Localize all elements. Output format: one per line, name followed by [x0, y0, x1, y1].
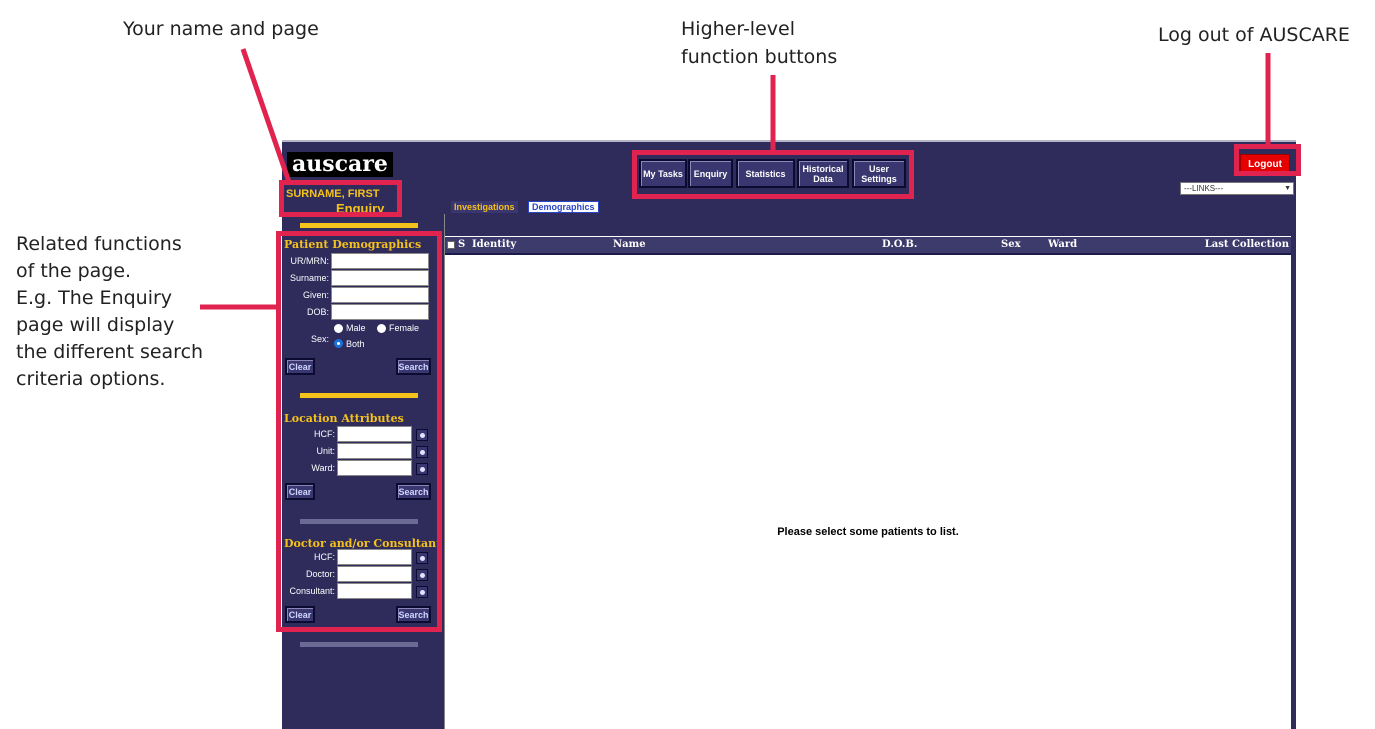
column-ward[interactable]: Ward	[1048, 239, 1077, 250]
annotation-related-1: Related functions	[16, 233, 182, 255]
column-last-collection[interactable]: Last Collection	[1205, 239, 1289, 250]
column-sex[interactable]: Sex	[1001, 239, 1021, 250]
annotation-related-5: the different search	[16, 341, 204, 363]
patient-table-header: S Identity Name D.O.B. Sex Ward Last Col…	[445, 237, 1291, 255]
links-select[interactable]: ---LINKS--- ▼	[1180, 182, 1294, 195]
annotation-higher-level-1: Higher-level	[681, 18, 795, 40]
tab-investigations[interactable]: Investigations	[451, 201, 518, 213]
annotation-box-top-buttons	[632, 150, 914, 199]
annotation-related-2: of the page.	[16, 260, 132, 282]
annotation-box-sidebar	[276, 231, 442, 632]
column-name[interactable]: Name	[613, 239, 646, 250]
tab-demographics[interactable]: Demographics	[528, 201, 599, 213]
empty-list-message: Please select some patients to list.	[777, 526, 959, 538]
column-dob[interactable]: D.O.B.	[882, 239, 917, 250]
annotation-box-logout	[1234, 144, 1301, 176]
annotation-box-name-page	[279, 180, 402, 217]
annotation-logout: Log out of AUSCARE	[1158, 24, 1350, 46]
column-s: S	[458, 239, 466, 250]
annotation-higher-level-2: function buttons	[681, 46, 838, 68]
annotation-related-6: criteria options.	[16, 368, 166, 390]
panel-header-bar	[445, 214, 1291, 236]
links-select-value: ---LINKS---	[1184, 184, 1224, 193]
sidebar-divider	[300, 223, 418, 228]
annotation-name-page: Your name and page	[123, 18, 319, 40]
sidebar-divider	[300, 642, 418, 647]
annotation-related-4: page will display	[16, 314, 175, 336]
select-all-checkbox[interactable]	[447, 241, 455, 249]
annotation-related-3: E.g. The Enquiry	[16, 287, 173, 309]
auscare-logo: auscare	[287, 152, 393, 177]
chevron-down-icon: ▼	[1284, 185, 1291, 192]
patient-list-panel: S Identity Name D.O.B. Sex Ward Last Col…	[444, 214, 1291, 729]
column-identity[interactable]: Identity	[472, 239, 516, 250]
